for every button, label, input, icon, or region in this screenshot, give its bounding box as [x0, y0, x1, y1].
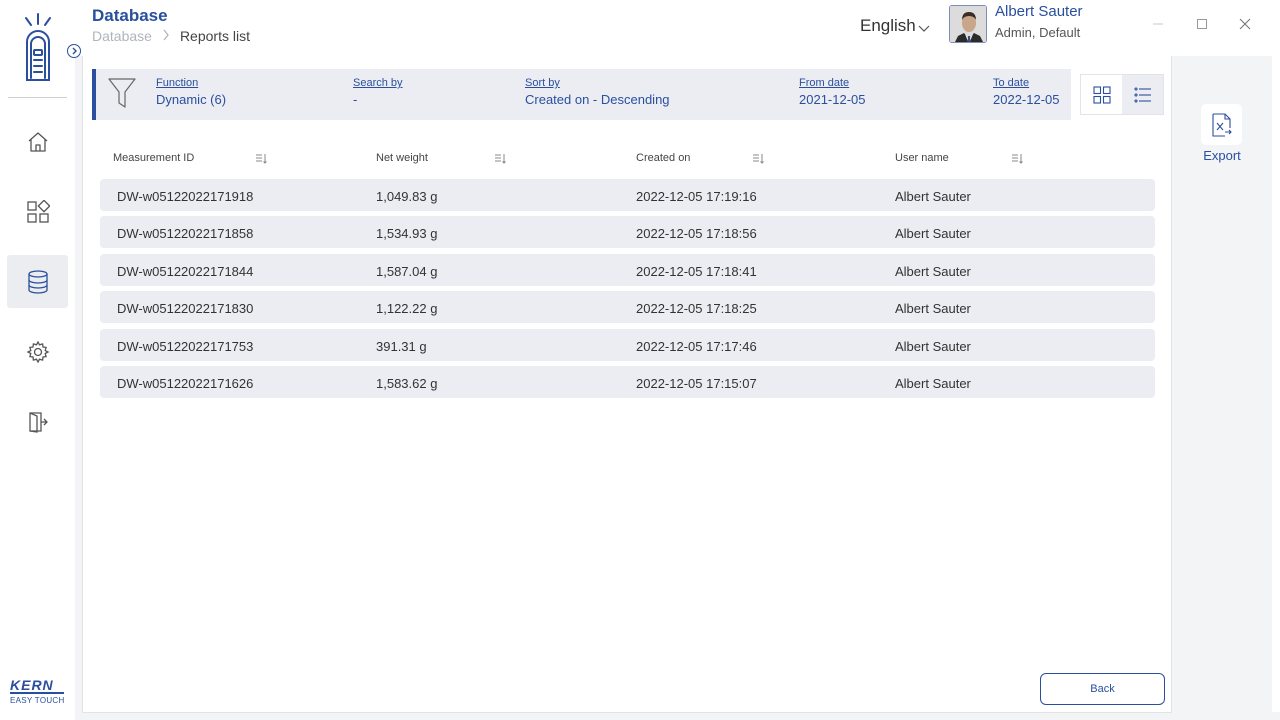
filter-search-by-label: Search by [353, 77, 403, 89]
nav-item-database[interactable] [7, 255, 68, 308]
filter-to-date-label: To date [993, 77, 1030, 89]
cell-created-on: 2022-12-05 17:18:41 [636, 264, 757, 279]
page-title: Database [92, 6, 168, 25]
table-row[interactable]: DW-w05122022171753 391.31 g 2022-12-05 1… [100, 329, 1155, 361]
logout-icon [28, 411, 48, 433]
filter-to-date-value: 2022-12-05 [993, 92, 1060, 107]
chevron-right-icon [162, 29, 170, 44]
language-selector[interactable]: English [860, 16, 930, 36]
sidebar-expand-button[interactable] [67, 44, 81, 58]
avatar[interactable] [949, 5, 987, 43]
nav-item-logout[interactable] [7, 395, 68, 448]
cell-created-on: 2022-12-05 17:15:07 [636, 376, 757, 391]
export-button[interactable] [1201, 104, 1242, 145]
kern-brand-logo: KERN EASY TOUCH [10, 677, 65, 705]
close-button[interactable] [1237, 16, 1253, 32]
filter-from-date-label: From date [799, 77, 850, 89]
maximize-icon [1197, 19, 1207, 29]
table-row[interactable]: DW-w05122022171918 1,049.83 g 2022-12-05… [100, 179, 1155, 211]
filter-bar[interactable]: Function Dynamic (6) Search by - Sort by… [92, 69, 1071, 120]
cell-net-weight: 1,049.83 g [376, 189, 438, 204]
tile-view-icon [1092, 85, 1111, 104]
cell-measurement-id: DW-w05122022171844 [117, 264, 254, 279]
user-name: Albert Sauter [995, 3, 1083, 20]
nav-item-apps[interactable] [7, 185, 68, 238]
tile-view-button[interactable] [1081, 75, 1122, 114]
database-icon [27, 269, 48, 294]
content-border-bottom [75, 712, 1280, 720]
nav-item-settings[interactable] [7, 325, 68, 378]
nav-item-home[interactable] [7, 115, 68, 168]
cell-net-weight: 1,122.22 g [376, 301, 438, 316]
filter-search-by-value: - [353, 92, 358, 107]
list-view-button[interactable] [1122, 75, 1163, 114]
chevron-down-icon [918, 25, 930, 32]
cell-created-on: 2022-12-05 17:18:25 [636, 301, 757, 316]
filter-function[interactable]: Function Dynamic (6) [156, 77, 226, 107]
list-view-icon [1133, 86, 1151, 103]
cell-measurement-id: DW-w05122022171918 [117, 189, 254, 204]
gear-icon [26, 340, 49, 363]
filter-from-date[interactable]: From date 2021-12-05 [799, 77, 866, 107]
cell-created-on: 2022-12-05 17:17:46 [636, 339, 757, 354]
cell-created-on: 2022-12-05 17:18:56 [636, 226, 757, 241]
filter-to-date[interactable]: To date 2022-12-05 [993, 77, 1060, 107]
filter-sort-by-label: Sort by [525, 77, 560, 89]
close-icon [1239, 18, 1251, 30]
column-header-created-on[interactable]: Created on [636, 152, 690, 164]
sort-icon[interactable] [255, 152, 267, 170]
cell-net-weight: 1,587.04 g [376, 264, 438, 279]
cell-measurement-id: DW-w05122022171830 [117, 301, 254, 316]
home-icon [28, 131, 47, 152]
left-navigation: KERN EASY TOUCH [0, 0, 81, 720]
minimize-button[interactable] [1150, 16, 1166, 32]
cell-net-weight: 1,583.62 g [376, 376, 438, 391]
view-toggle [1080, 74, 1164, 115]
breadcrumb: Database Reports list [92, 28, 250, 44]
table-row[interactable]: DW-w05122022171626 1,583.62 g 2022-12-05… [100, 366, 1155, 398]
filter-from-date-value: 2021-12-05 [799, 92, 866, 107]
table-row[interactable]: DW-w05122022171858 1,534.93 g 2022-12-05… [100, 216, 1155, 248]
cell-user-name: Albert Sauter [895, 226, 971, 241]
filter-sort-by[interactable]: Sort by Created on - Descending [525, 77, 670, 107]
cell-user-name: Albert Sauter [895, 264, 971, 279]
grid-icon [26, 199, 50, 223]
sort-icon[interactable] [494, 152, 506, 170]
minimize-icon [1153, 23, 1163, 25]
column-header-user-name[interactable]: User name [895, 152, 949, 164]
breadcrumb-item-reports-list: Reports list [179, 28, 250, 44]
cell-net-weight: 1,534.93 g [376, 226, 438, 241]
cell-user-name: Albert Sauter [895, 376, 971, 391]
table-row[interactable]: DW-w05122022171830 1,122.22 g 2022-12-05… [100, 291, 1155, 323]
cell-measurement-id: DW-w05122022171858 [117, 226, 254, 241]
excel-export-icon [1211, 112, 1232, 137]
filter-icon[interactable] [108, 77, 136, 114]
user-role: Admin, Default [995, 25, 1081, 40]
cell-created-on: 2022-12-05 17:19:16 [636, 189, 757, 204]
filter-sort-by-value: Created on - Descending [525, 92, 670, 107]
cell-user-name: Albert Sauter [895, 189, 971, 204]
sort-icon[interactable] [1011, 152, 1023, 170]
export-label[interactable]: Export [1172, 148, 1272, 163]
top-header: Database Database Reports list English A… [75, 0, 1280, 56]
cell-user-name: Albert Sauter [895, 339, 971, 354]
sort-icon[interactable] [752, 152, 764, 170]
filter-search-by[interactable]: Search by - [353, 77, 403, 107]
cell-measurement-id: DW-w05122022171753 [117, 339, 254, 354]
column-header-net-weight[interactable]: Net weight [376, 152, 428, 164]
column-header-measurement-id[interactable]: Measurement ID [113, 152, 194, 164]
app-logo-icon [20, 12, 56, 84]
content-border-left [75, 56, 82, 720]
table-row[interactable]: DW-w05122022171844 1,587.04 g 2022-12-05… [100, 254, 1155, 286]
back-button[interactable]: Back [1040, 673, 1165, 705]
nav-divider [8, 97, 67, 98]
cell-measurement-id: DW-w05122022171626 [117, 376, 254, 391]
cell-net-weight: 391.31 g [376, 339, 427, 354]
filter-function-label: Function [156, 77, 199, 89]
filter-function-value: Dynamic (6) [156, 92, 227, 107]
breadcrumb-item-database[interactable]: Database [92, 28, 152, 44]
language-value: English [860, 16, 916, 35]
cell-user-name: Albert Sauter [895, 301, 971, 316]
maximize-button[interactable] [1194, 16, 1210, 32]
